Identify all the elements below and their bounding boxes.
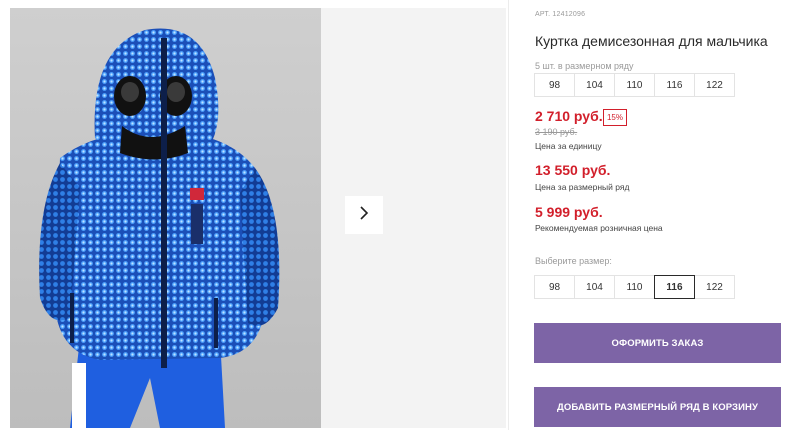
size-option-116[interactable]: 116 xyxy=(654,275,695,299)
add-pack-to-cart-button[interactable]: ДОБАВИТЬ РАЗМЕРНЫЙ РЯД В КОРЗИНУ xyxy=(534,387,781,427)
unit-price-caption: Цена за единицу xyxy=(535,141,602,151)
chevron-right-icon xyxy=(358,205,370,226)
product-gallery xyxy=(0,0,510,430)
product-sku: АРТ. 12412096 xyxy=(535,11,586,18)
retail-price: 5 999 руб. xyxy=(535,204,603,220)
product-title: Куртка демисезонная для мальчика xyxy=(535,33,768,49)
size-selector: 98 104 110 116 122 xyxy=(534,275,735,299)
retail-price-caption: Рекомендуемая розничная цена xyxy=(535,223,663,233)
pack-size-note: 5 шт. в размерном ряду xyxy=(535,61,634,71)
product-photo[interactable] xyxy=(10,8,321,428)
pack-size-cell: 122 xyxy=(694,73,735,97)
gallery-next-button[interactable] xyxy=(345,196,383,234)
size-option-110[interactable]: 110 xyxy=(614,275,655,299)
pack-price: 13 550 руб. xyxy=(535,162,611,178)
checkout-button[interactable]: ОФОРМИТЬ ЗАКАЗ xyxy=(534,323,781,363)
column-divider xyxy=(508,0,509,430)
pack-size-cell: 116 xyxy=(654,73,695,97)
pack-size-list: 98 104 110 116 122 xyxy=(534,73,735,97)
size-option-122[interactable]: 122 xyxy=(694,275,735,299)
old-price: 3 190 руб. xyxy=(535,127,578,137)
pack-size-cell: 104 xyxy=(574,73,615,97)
size-option-98[interactable]: 98 xyxy=(534,275,575,299)
size-option-104[interactable]: 104 xyxy=(574,275,615,299)
discount-badge: 15% xyxy=(603,109,627,126)
pack-price-caption: Цена за размерный ряд xyxy=(535,182,630,192)
pack-size-cell: 98 xyxy=(534,73,575,97)
choose-size-label: Выберите размер: xyxy=(535,256,612,266)
pack-size-cell: 110 xyxy=(614,73,655,97)
unit-price: 2 710 руб. xyxy=(535,108,603,124)
